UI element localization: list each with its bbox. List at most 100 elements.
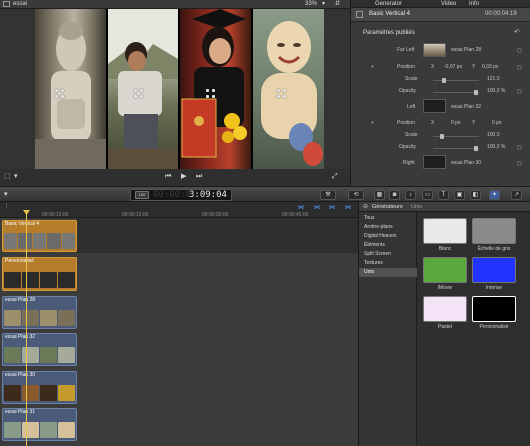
generators-icon[interactable]: ▣: [454, 190, 465, 200]
generator-tile-echelle[interactable]: [472, 218, 516, 244]
opacity-value[interactable]: 100,0 %: [487, 144, 505, 151]
category-item[interactable]: Digital Heaven: [359, 232, 417, 241]
zoom-level[interactable]: 33%: [305, 0, 317, 8]
category-item[interactable]: Tous: [359, 214, 417, 223]
scale-label: Scale: [405, 76, 418, 82]
chevron-down-icon[interactable]: ▾: [322, 0, 325, 8]
tab-info[interactable]: Info: [469, 0, 479, 8]
opacity-slider[interactable]: [433, 92, 479, 93]
y-value[interactable]: 0,03 px: [482, 64, 498, 71]
clip-plan-28[interactable]: essai Plan 28: [2, 296, 77, 329]
waveform-icon[interactable]: ⋈: [329, 204, 335, 211]
opacity-slider-knob[interactable]: [474, 90, 478, 95]
timeline-ruler[interactable]: | 00:00:15:00 00:00:15:00 00:00:30:00 00…: [0, 202, 358, 218]
transitions-icon[interactable]: ✦: [489, 190, 500, 200]
opacity-slider-knob[interactable]: [474, 146, 478, 151]
clip-filmstrip: [4, 310, 75, 326]
main-toolbar: ▾ 100 00:00:0 3:09:04 ⚒ ⟲ ▦ ◙ ♪ ▭ T ▣ ◧ …: [0, 186, 530, 202]
timecode-prefix: 00:00:0: [153, 190, 191, 200]
category-item[interactable]: Éléments: [359, 241, 417, 250]
generator-tile-pastel[interactable]: [423, 296, 467, 322]
clip-plan-30[interactable]: essai Plan 30: [2, 371, 77, 404]
timeline[interactable]: | 00:00:15:00 00:00:15:00 00:00:30:00 00…: [0, 202, 358, 446]
scale-label: Scale: [405, 132, 418, 138]
text-icon[interactable]: T: [438, 190, 449, 200]
generators-browser: ⊖ Générateurs Unis Tous Arrière-plans Di…: [358, 202, 530, 446]
reset-circle-icon[interactable]: [517, 48, 522, 53]
skip-back-icon[interactable]: ⏮: [165, 172, 171, 182]
share-icon[interactable]: ↗: [511, 190, 522, 200]
right-label: Right: [403, 160, 415, 166]
position-label: Position: [397, 64, 415, 70]
viewer-canvas[interactable]: [35, 9, 324, 169]
panel-far-left: [35, 9, 106, 169]
inspector-duration: 00:00:04:19: [485, 11, 517, 17]
scale-value[interactable]: 121,0: [487, 76, 500, 83]
generator-tile-intense[interactable]: [472, 257, 516, 283]
y-label: Y: [472, 120, 476, 126]
clip-filmstrip: [4, 422, 75, 438]
far-left-thumbnail[interactable]: [423, 43, 446, 57]
waveform-icon[interactable]: ⋈: [314, 204, 320, 211]
x-label: X: [431, 64, 435, 70]
chevron-down-icon[interactable]: ▾: [14, 172, 18, 182]
viewer: essai 33% ▾ ⇵ ⬚ ▾ ⏮ ▶ ⏭ ⤢: [0, 0, 350, 186]
category-item[interactable]: Split Screen: [359, 250, 417, 259]
clip-plan-31[interactable]: essai Plan 31: [2, 408, 77, 441]
chevron-down-icon[interactable]: ▾: [4, 190, 8, 198]
opacity-slider[interactable]: [433, 148, 479, 149]
category-item[interactable]: Textures: [359, 259, 417, 268]
skip-forward-icon[interactable]: ⏭: [196, 172, 202, 182]
laughing-statue-image: [261, 21, 323, 166]
titles-icon[interactable]: ▭: [422, 190, 433, 200]
switch-icon[interactable]: ⇵: [335, 0, 340, 8]
scale-slider-knob[interactable]: [440, 134, 444, 139]
reset-circle-icon[interactable]: [517, 161, 522, 166]
transform-icon[interactable]: ⬚: [4, 172, 11, 182]
clip-filmstrip: [4, 385, 75, 401]
y-value[interactable]: 0 px: [492, 120, 501, 127]
themes-icon[interactable]: ◧: [470, 190, 481, 200]
reset-circle-icon[interactable]: [517, 89, 522, 94]
reset-circle-icon[interactable]: [517, 65, 522, 70]
reset-circle-icon[interactable]: [517, 145, 522, 150]
tab-video[interactable]: Video: [441, 0, 456, 8]
waveform-icon[interactable]: ⋈: [345, 204, 351, 211]
timecode-display[interactable]: 100 00:00:0 3:09:04: [130, 189, 232, 201]
disclosure-icon[interactable]: +: [371, 64, 374, 71]
x-value[interactable]: 0 px: [451, 120, 460, 127]
play-icon[interactable]: ▶: [181, 172, 186, 182]
waveform-icon[interactable]: ⋈: [298, 204, 304, 211]
far-left-label: Far Left: [397, 47, 415, 53]
reset-icon[interactable]: ↶: [514, 29, 520, 36]
clip-personnalise[interactable]: Personnalisé: [2, 257, 77, 291]
generator-tile-blanc[interactable]: [423, 218, 467, 244]
right-thumbnail[interactable]: [423, 155, 446, 169]
tab-generator[interactable]: Generator: [375, 0, 402, 8]
retime-icon[interactable]: ⟲: [348, 190, 364, 200]
scale-value[interactable]: 100,0: [487, 132, 500, 139]
playhead[interactable]: [26, 212, 27, 446]
opacity-value[interactable]: 100,0 %: [487, 88, 505, 95]
disclosure-icon[interactable]: +: [371, 120, 374, 127]
generator-tile-imovie[interactable]: [423, 257, 467, 283]
media-browser-icon[interactable]: ▦: [374, 190, 385, 200]
clip-basic-vertical[interactable]: Basic Vertical 4: [2, 220, 77, 252]
category-item[interactable]: Arrière-plans: [359, 223, 417, 232]
left-thumbnail[interactable]: [423, 99, 446, 113]
select-tool-icon[interactable]: ⚒: [320, 190, 336, 200]
music-icon[interactable]: ♪: [405, 190, 416, 200]
camera-icon[interactable]: ◙: [389, 190, 400, 200]
scale-slider[interactable]: [433, 80, 479, 81]
disclosure-icon[interactable]: ⊖: [363, 203, 368, 210]
clip-plan-32[interactable]: essai Plan 32: [2, 333, 77, 366]
generator-icon: [356, 11, 363, 18]
x-value[interactable]: -0,07 px: [444, 64, 462, 71]
category-item-selected[interactable]: Unis: [359, 268, 417, 277]
fullscreen-icon[interactable]: ⤢: [332, 172, 338, 182]
generator-tile-personnalise[interactable]: [472, 296, 516, 322]
clip-filmstrip: [4, 272, 75, 288]
scale-slider-knob[interactable]: [442, 78, 446, 83]
timecode-badge: 100: [135, 191, 149, 199]
clip-label: essai Plan 31: [5, 409, 36, 415]
